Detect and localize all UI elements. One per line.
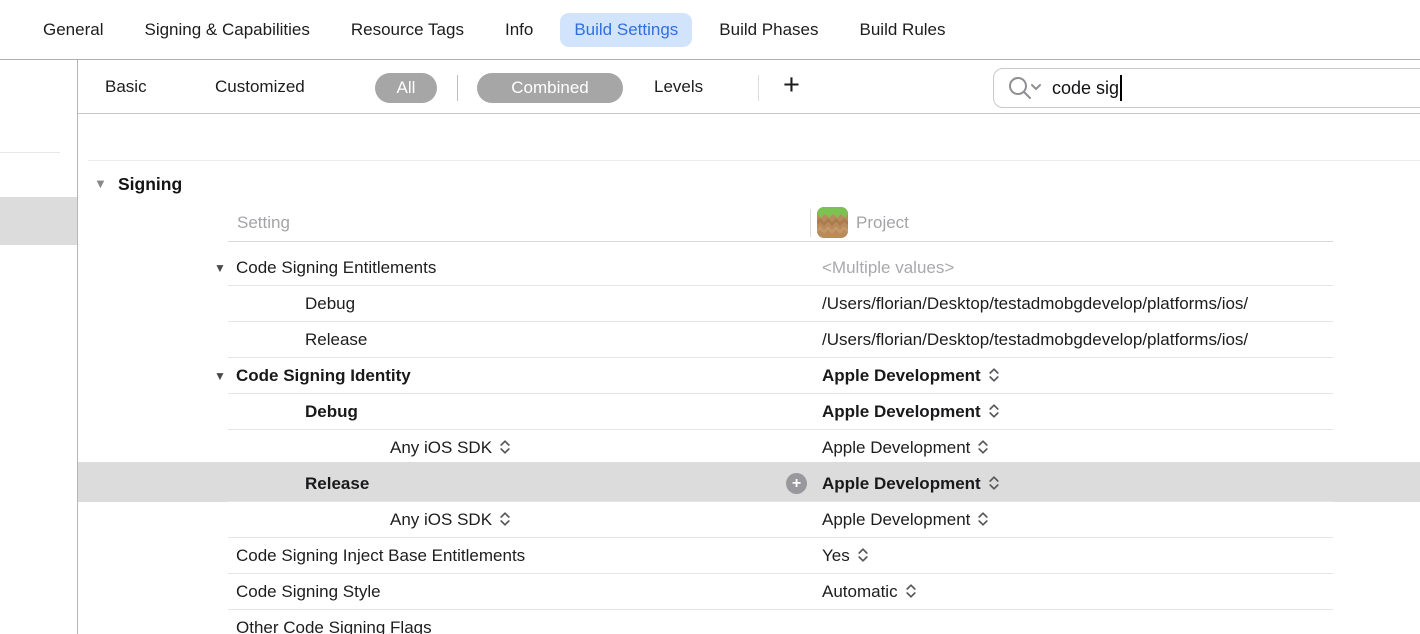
- setting-value[interactable]: Apple Development: [822, 430, 989, 466]
- table-row-release[interactable]: Release/Users/florian/Desktop/testadmobg…: [78, 322, 1420, 358]
- stepper-chevrons-icon[interactable]: [857, 547, 869, 563]
- stepper-chevrons-icon[interactable]: [905, 583, 917, 599]
- settings-table-header: Setting Project: [0, 204, 1420, 241]
- setting-name: Debug: [305, 394, 358, 430]
- setting-value[interactable]: Automatic: [822, 574, 917, 610]
- view-button-levels[interactable]: Levels: [654, 60, 703, 113]
- setting-value[interactable]: Apple Development: [822, 358, 1000, 394]
- disclosure-triangle-icon[interactable]: ▼: [214, 250, 226, 286]
- table-row-code-signing-style[interactable]: Code Signing Style Automatic: [78, 574, 1420, 610]
- stepper-chevrons-icon[interactable]: [499, 511, 511, 527]
- stepper-chevrons-icon[interactable]: [977, 439, 989, 455]
- add-override-button[interactable]: +: [786, 473, 807, 494]
- tab-build-settings[interactable]: Build Settings: [560, 13, 692, 47]
- table-row-any-ios-sdk-5[interactable]: Any iOS SDK Apple Development: [78, 430, 1420, 466]
- navigator-row-divider: [0, 152, 60, 153]
- project-app-icon: [817, 207, 848, 251]
- setting-column-header: Setting: [237, 204, 290, 241]
- stepper-chevrons-icon[interactable]: [988, 475, 1000, 491]
- content-divider: [88, 160, 1420, 161]
- setting-value[interactable]: /Users/florian/Desktop/testadmobgdevelop…: [822, 286, 1248, 322]
- setting-name: Code Signing Style: [236, 574, 381, 610]
- scope-button-customized[interactable]: Customized: [215, 60, 305, 113]
- table-row-release[interactable]: Release + Apple Development: [78, 466, 1420, 502]
- column-divider: [810, 209, 811, 237]
- search-field[interactable]: code sig: [993, 68, 1420, 108]
- tab-general[interactable]: General: [43, 20, 103, 40]
- table-row-debug[interactable]: Debug Apple Development: [78, 394, 1420, 430]
- view-button-combined[interactable]: Combined: [477, 73, 623, 103]
- setting-name: Release: [305, 466, 369, 502]
- toolbar-divider: [457, 75, 458, 101]
- setting-value[interactable]: <Multiple values>: [822, 250, 954, 286]
- table-row-code-signing-identity[interactable]: ▼ Code Signing Identity Apple Development: [78, 358, 1420, 394]
- setting-name: Code Signing Entitlements: [236, 250, 436, 286]
- stepper-chevrons-icon[interactable]: [988, 367, 1000, 383]
- setting-value[interactable]: Apple Development: [822, 466, 1000, 502]
- section-title: Signing: [118, 166, 182, 202]
- table-row-code-signing-inject-base-entitlements[interactable]: Code Signing Inject Base Entitlements Yes: [78, 538, 1420, 574]
- setting-value[interactable]: Apple Development: [822, 394, 1000, 430]
- table-row-debug[interactable]: Debug/Users/florian/Desktop/testadmobgde…: [78, 286, 1420, 322]
- tab-resource-tags[interactable]: Resource Tags: [351, 20, 464, 40]
- disclosure-triangle-icon[interactable]: ▼: [214, 358, 226, 394]
- setting-name: Code Signing Identity: [236, 358, 411, 394]
- setting-name: Code Signing Inject Base Entitlements: [236, 538, 525, 574]
- scope-button-basic[interactable]: Basic: [105, 60, 147, 113]
- search-icon[interactable]: [1007, 75, 1041, 101]
- add-setting-button[interactable]: +: [783, 60, 800, 110]
- tab-info[interactable]: Info: [505, 20, 533, 40]
- setting-value[interactable]: Apple Development: [822, 502, 989, 538]
- target-tab-bar: General Signing & Capabilities Resource Ta…: [0, 0, 1420, 60]
- tab-signing-capabilities[interactable]: Signing & Capabilities: [144, 20, 309, 40]
- setting-name: Release: [305, 322, 367, 358]
- setting-name: Other Code Signing Flags: [236, 610, 432, 634]
- tab-build-rules[interactable]: Build Rules: [860, 20, 946, 40]
- table-header-divider: [228, 241, 1333, 242]
- setting-value[interactable]: Yes: [822, 538, 869, 574]
- table-row-code-signing-entitlements[interactable]: ▼ Code Signing Entitlements <Multiple valu…: [78, 250, 1420, 286]
- signing-section-header[interactable]: ▼ Signing: [0, 166, 1420, 202]
- setting-name: Any iOS SDK: [390, 430, 511, 466]
- setting-name: Debug: [305, 286, 355, 322]
- search-input-value[interactable]: code sig: [1052, 78, 1119, 99]
- disclosure-triangle-icon[interactable]: ▼: [94, 166, 107, 202]
- setting-name: Any iOS SDK: [390, 502, 511, 538]
- table-row-any-ios-sdk-7[interactable]: Any iOS SDK Apple Development: [78, 502, 1420, 538]
- table-row-other-code-signing-flags[interactable]: Other Code Signing Flags: [78, 610, 1420, 634]
- setting-value[interactable]: /Users/florian/Desktop/testadmobgdevelop…: [822, 322, 1248, 358]
- project-column-header: Project: [856, 204, 909, 241]
- scope-button-all[interactable]: All: [375, 73, 437, 103]
- text-cursor: [1120, 75, 1122, 101]
- stepper-chevrons-icon[interactable]: [988, 403, 1000, 419]
- stepper-chevrons-icon[interactable]: [977, 511, 989, 527]
- stepper-chevrons-icon[interactable]: [499, 439, 511, 455]
- toolbar-divider: [758, 75, 759, 101]
- tab-build-phases[interactable]: Build Phases: [719, 20, 818, 40]
